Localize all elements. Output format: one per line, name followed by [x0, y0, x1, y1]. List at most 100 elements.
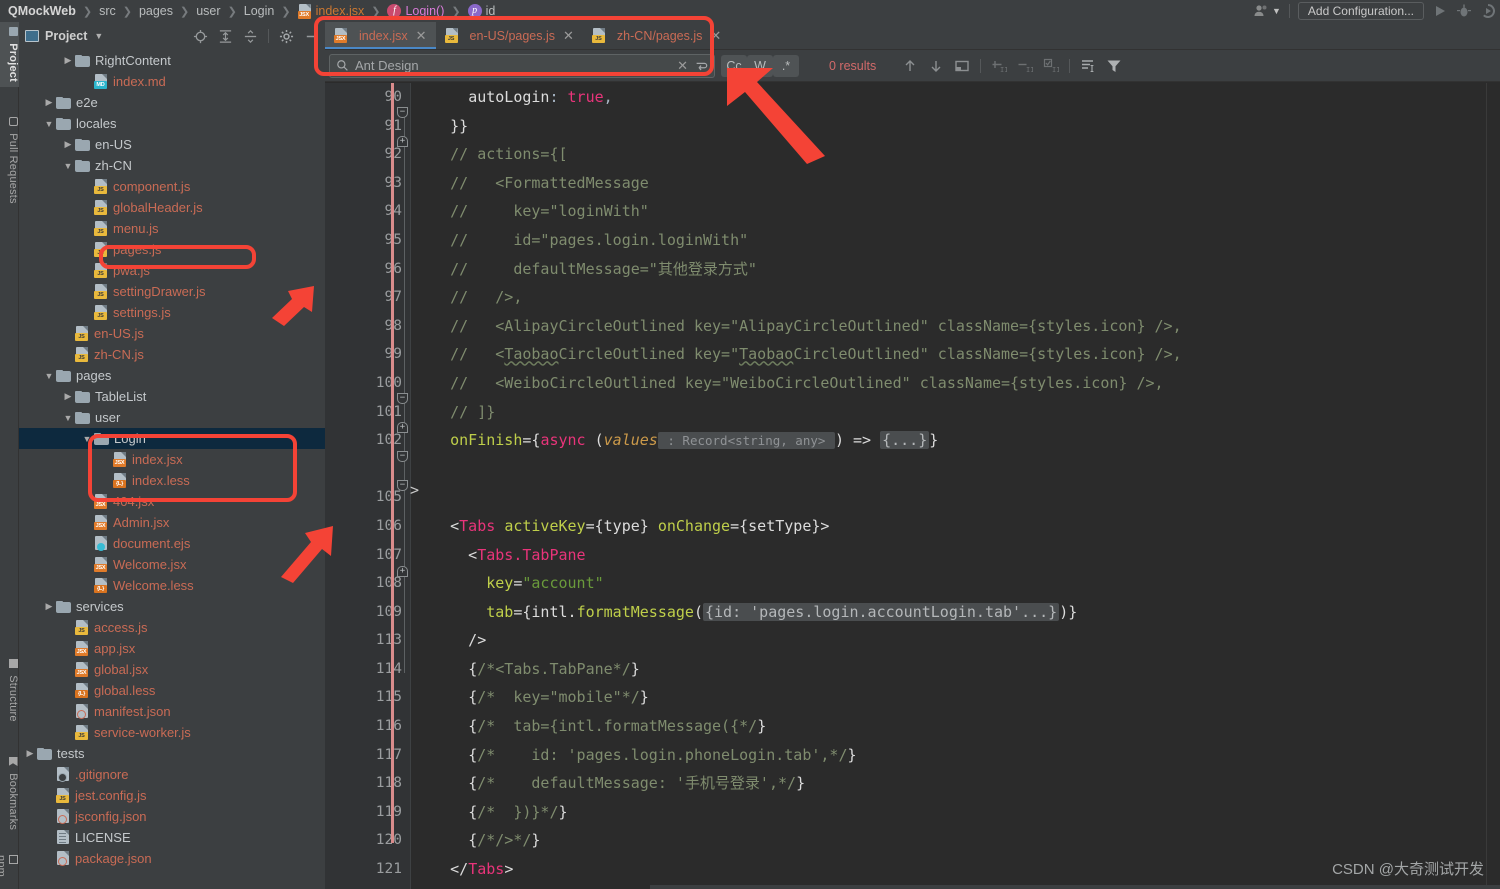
tree-item-app-jsx[interactable]: ▶JSXapp.jsx	[19, 638, 325, 659]
chevron-down-icon[interactable]: ▼	[94, 31, 103, 41]
chevron-right-icon[interactable]: ▶	[61, 55, 75, 66]
tree-item-welcome-less[interactable]: ▶{L}Welcome.less	[19, 575, 325, 596]
tree-item-license[interactable]: ▶LICENSE	[19, 827, 325, 848]
fold-marker-collapsed[interactable]: +	[397, 136, 408, 147]
collapse-all-icon[interactable]	[243, 29, 258, 44]
search-input[interactable]: Ant Design ✕	[329, 53, 715, 78]
code-line[interactable]: {/* tab={intl.formatMessage({*/}	[414, 712, 1500, 741]
code-line[interactable]: <Tabs.TabPane	[414, 541, 1500, 570]
code-line[interactable]	[414, 483, 1500, 512]
sidebar-item-pull-requests[interactable]: Pull Requests	[0, 112, 19, 209]
tree-item-access-js[interactable]: ▶JSaccess.js	[19, 617, 325, 638]
code-line[interactable]: {/* defaultMessage: '手机号登录',*/}	[414, 769, 1500, 798]
tree-item-manifest-json[interactable]: ▶manifest.json	[19, 701, 325, 722]
regex-toggle[interactable]: .*	[773, 54, 799, 77]
search-history-icon[interactable]	[694, 59, 708, 73]
code-line[interactable]: // defaultMessage="其他登录方式"	[414, 255, 1500, 284]
breadcrumb-item-user[interactable]: user	[196, 4, 220, 18]
chevron-right-icon[interactable]: ▶	[42, 601, 56, 612]
close-icon[interactable]: ✕	[563, 28, 574, 44]
tree-item-en-us[interactable]: ▶ en-US	[19, 134, 325, 155]
tree-item-pwa-js[interactable]: ▶JSpwa.js	[19, 260, 325, 281]
fold-marker-end[interactable]: −	[397, 107, 408, 118]
close-icon[interactable]: ✕	[416, 28, 427, 44]
tree-item-pages[interactable]: ▼ pages	[19, 365, 325, 386]
breadcrumb-symbol[interactable]: id	[486, 4, 496, 18]
editor-markers-gutter[interactable]	[1486, 83, 1500, 889]
tree-item-404-jsx[interactable]: ▶JSX404.jsx	[19, 491, 325, 512]
tree-item-en-us-js[interactable]: ▶JSen-US.js	[19, 323, 325, 344]
sidebar-item-npm[interactable]: npm	[0, 850, 19, 889]
chevron-down-icon[interactable]: ▼	[80, 434, 94, 444]
tree-item-menu-js[interactable]: ▶JSmenu.js	[19, 218, 325, 239]
chevron-right-icon[interactable]: ▶	[42, 97, 56, 108]
chevron-down-icon[interactable]: ▼	[61, 161, 75, 171]
editor-tab-index-jsx[interactable]: JSX index.jsx ✕	[325, 22, 436, 49]
editor-tab-en-us-pages-js[interactable]: JS en-US/pages.js ✕	[436, 22, 583, 49]
tree-item-document-ejs[interactable]: ▶document.ejs	[19, 533, 325, 554]
sidebar-item-structure[interactable]: Structure	[0, 654, 19, 727]
fold-marker-end[interactable]: −	[397, 451, 408, 462]
code-line[interactable]: // id="pages.login.loginWith"	[414, 226, 1500, 255]
close-icon[interactable]: ✕	[677, 58, 688, 74]
user-account-icon[interactable]	[1253, 3, 1269, 19]
code-line[interactable]: />	[414, 626, 1500, 655]
debug-icon[interactable]	[1456, 3, 1472, 19]
code-line[interactable]: autoLogin: true,	[414, 83, 1500, 112]
tree-item-e2e[interactable]: ▶ e2e	[19, 92, 325, 113]
add-selection-icon[interactable]: II	[991, 58, 1007, 74]
tree-item-jest-config-js[interactable]: ▶JSjest.config.js	[19, 785, 325, 806]
expand-all-icon[interactable]	[218, 29, 233, 44]
tree-item-welcome-jsx[interactable]: ▶JSXWelcome.jsx	[19, 554, 325, 575]
tree-item-rightcontent[interactable]: ▶ RightContent	[19, 50, 325, 71]
tree-item-user[interactable]: ▼ user	[19, 407, 325, 428]
run-icon[interactable]	[1432, 3, 1448, 19]
chevron-right-icon[interactable]: ▶	[61, 139, 75, 150]
code-line[interactable]: // <WeiboCircleOutlined key="WeiboCircle…	[414, 369, 1500, 398]
tree-item-login[interactable]: ▼ Login	[19, 428, 325, 449]
tree-item-tests[interactable]: ▶ tests	[19, 743, 325, 764]
words-toggle[interactable]: W	[747, 54, 773, 77]
run-with-coverage-icon[interactable]	[1480, 3, 1496, 19]
project-file-tree[interactable]: ▶RightContent▶MDindex.md▶e2e▼locales▶en-…	[19, 50, 325, 889]
tree-item-settings-js[interactable]: ▶JSsettings.js	[19, 302, 325, 323]
tree-item-tablelist[interactable]: ▶ TableList	[19, 386, 325, 407]
breadcrumb-item-src[interactable]: src	[99, 4, 116, 18]
breadcrumb-project[interactable]: QMockWeb	[8, 4, 76, 18]
breadcrumb-file[interactable]: index.jsx	[316, 4, 365, 18]
tree-item-package-json[interactable]: ▶package.json	[19, 848, 325, 869]
close-icon[interactable]: ✕	[710, 28, 721, 44]
code-line[interactable]: tab={intl.formatMessage({id: 'pages.logi…	[414, 598, 1500, 627]
code-line[interactable]: onFinish={async (values : Record<string,…	[414, 426, 1500, 455]
sidebar-item-bookmarks[interactable]: Bookmarks	[0, 752, 19, 835]
tree-item-service-worker-js[interactable]: ▶JSservice-worker.js	[19, 722, 325, 743]
breadcrumb-item-login[interactable]: Login	[244, 4, 275, 18]
editor-gutter[interactable]: 9091929394959697989910010110210510610710…	[325, 83, 411, 889]
tree-item-index-md[interactable]: ▶MDindex.md	[19, 71, 325, 92]
arrow-up-icon[interactable]	[902, 58, 918, 74]
sidebar-item-project[interactable]: Project	[0, 22, 19, 87]
settings-gear-icon[interactable]	[279, 29, 294, 44]
match-case-toggle[interactable]: Cc	[721, 54, 747, 77]
chevron-down-icon[interactable]: ▼	[42, 371, 56, 381]
chevron-right-icon[interactable]: ▶	[61, 391, 75, 402]
code-line[interactable]: // key="loginWith"	[414, 197, 1500, 226]
code-line[interactable]: // <AlipayCircleOutlined key="AlipayCirc…	[414, 312, 1500, 341]
locate-icon[interactable]	[193, 29, 208, 44]
fold-marker-collapsed[interactable]: +	[397, 566, 408, 577]
tree-item-pages-js[interactable]: ▶JSpages.js	[19, 239, 325, 260]
code-viewport[interactable]: 9091929394959697989910010110210510610710…	[325, 83, 1500, 889]
code-line[interactable]: {/*/>*/}	[414, 826, 1500, 855]
fold-marker-collapsed[interactable]: +	[397, 422, 408, 433]
tree-item-admin-jsx[interactable]: ▶JSXAdmin.jsx	[19, 512, 325, 533]
code-text[interactable]: autoLogin: true, }} // actions={[ // <Fo…	[414, 83, 1500, 889]
code-line[interactable]: {/*<Tabs.TabPane*/}	[414, 655, 1500, 684]
code-line[interactable]: // />,	[414, 283, 1500, 312]
chevron-down-icon[interactable]: ▼	[1272, 6, 1281, 16]
code-line[interactable]: // <TaobaoCircleOutlined key="TaobaoCirc…	[414, 340, 1500, 369]
hide-panel-icon[interactable]	[304, 29, 319, 44]
code-line[interactable]: key="account"	[414, 569, 1500, 598]
tree-item--gitignore[interactable]: ▶.gitignore	[19, 764, 325, 785]
filter-icon[interactable]	[1106, 58, 1122, 74]
code-line[interactable]: // actions={[	[414, 140, 1500, 169]
